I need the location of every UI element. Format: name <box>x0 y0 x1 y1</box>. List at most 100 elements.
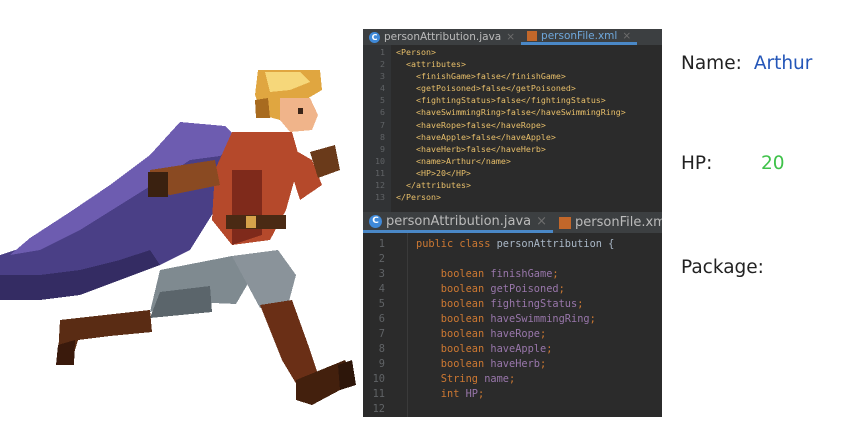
line-number: 8 <box>378 343 385 355</box>
field-name: haveApple <box>490 343 547 355</box>
code-keyword: int <box>416 388 466 400</box>
line-number: 12 <box>372 403 385 415</box>
code-line: </Person> <box>396 191 662 203</box>
xml-line-text: <haveApple>false</haveApple> <box>415 131 556 142</box>
line-number: 3 <box>380 71 385 82</box>
xml-file-icon <box>527 30 538 41</box>
line-number: 11 <box>372 388 385 400</box>
line-number: 6 <box>380 107 385 118</box>
tab-person-file-xml[interactable]: personFile.xml <box>553 212 662 233</box>
code-line: <Person> <box>396 46 662 58</box>
tab-person-file-xml[interactable]: personFile.xml × <box>521 29 638 45</box>
java-editor-tab-bar: C personAttribution.java × personFile.xm… <box>363 212 662 233</box>
line-number: 11 <box>375 167 385 178</box>
line-number: 7 <box>378 328 385 340</box>
code-line: <haveHerb>false</haveHerb> <box>396 143 662 155</box>
line-number: 3 <box>378 268 385 280</box>
tab-label: personFile.xml <box>575 215 662 230</box>
line-number: 2 <box>380 59 385 70</box>
code-line: <HP>20</HP> <box>396 167 662 179</box>
code-punctuation: ; <box>478 388 485 400</box>
close-icon[interactable]: × <box>622 30 631 42</box>
line-number: 10 <box>372 373 385 385</box>
code-punctuation: ; <box>558 283 565 295</box>
code-line: <attributes> <box>396 58 662 70</box>
field-name: haveRope <box>490 328 541 340</box>
line-number: 8 <box>380 131 385 142</box>
xml-editor-tab-bar: C personAttribution.java × personFile.xm… <box>363 29 662 45</box>
code-line: boolean haveHerb; <box>416 357 662 372</box>
code-punctuation: ; <box>509 373 516 385</box>
code-line: boolean haveSwimmingRing; <box>416 312 662 327</box>
xml-line-text: <getPoisoned>false</getPoisoned> <box>415 83 576 94</box>
code-line: boolean finishGame; <box>416 267 662 282</box>
xml-line-text: <attributes> <box>406 59 466 70</box>
line-number: 9 <box>380 143 385 154</box>
tab-person-attribution-java[interactable]: C personAttribution.java × <box>363 212 554 233</box>
code-punctuation: ; <box>552 268 559 280</box>
package-label: Package: <box>681 257 764 278</box>
code-punctuation: ; <box>577 298 584 310</box>
close-icon[interactable]: × <box>536 214 547 229</box>
tab-label: personAttribution.java <box>384 31 502 43</box>
code-punctuation: ; <box>546 343 553 355</box>
xml-line-text: </Person> <box>396 192 441 203</box>
code-line: boolean fightingStatus; <box>416 297 662 312</box>
code-keyword: public class <box>416 238 497 250</box>
line-number: 4 <box>380 83 385 94</box>
code-line: boolean haveRope; <box>416 327 662 342</box>
field-name: getPoisoned <box>490 283 559 295</box>
line-number: 12 <box>375 180 385 191</box>
code-line: </attributes> <box>396 179 662 191</box>
java-class-icon: C <box>369 31 380 43</box>
field-name: finishGame <box>490 268 553 280</box>
tab-person-attribution-java[interactable]: C personAttribution.java × <box>363 29 521 45</box>
line-number: 4 <box>378 283 385 295</box>
code-keyword: String <box>416 373 485 385</box>
line-number: 6 <box>378 313 385 325</box>
code-line: public class personAttribution { <box>416 237 662 252</box>
line-number: 2 <box>378 253 385 265</box>
xml-line-text: </attributes> <box>406 180 471 191</box>
field-name: haveSwimmingRing <box>490 313 590 325</box>
xml-line-text: <haveSwimmingRing>false</haveSwimmingRin… <box>415 107 626 118</box>
close-icon[interactable]: × <box>506 31 515 43</box>
xml-line-text: <finishGame>false</finishGame> <box>415 71 566 82</box>
tab-label: personFile.xml <box>541 29 618 42</box>
java-editor-panel: C personAttribution.java × personFile.xm… <box>363 212 662 417</box>
code-area[interactable]: public class personAttribution { boolean… <box>407 233 662 417</box>
line-number-gutter: 1 2 3 4 5 6 7 8 9 10 11 12 <box>363 233 391 417</box>
code-line: String name; <box>416 372 662 387</box>
line-number: 1 <box>378 238 385 250</box>
xml-editor-panel: C personAttribution.java × personFile.xm… <box>363 29 662 212</box>
code-line: <getPoisoned>false</getPoisoned> <box>396 82 662 94</box>
code-keyword: boolean <box>416 343 491 355</box>
line-number: 5 <box>378 298 385 310</box>
field-name: haveHerb <box>490 358 541 370</box>
code-keyword: boolean <box>416 328 491 340</box>
name-label: Name: <box>681 53 742 74</box>
line-number-gutter: 1 2 3 4 5 6 7 8 9 10 11 12 13 <box>363 45 391 212</box>
code-area[interactable]: <Person> <attributes> <finishGame>false<… <box>396 45 662 212</box>
code-line: int HP; <box>416 387 662 402</box>
code-line: boolean haveApple; <box>416 342 662 357</box>
line-number: 5 <box>380 95 385 106</box>
xml-line-text: <name>Arthur</name> <box>415 155 511 166</box>
field-name: name <box>484 373 510 385</box>
name-value: Arthur <box>753 53 813 74</box>
code-keyword: boolean <box>416 268 491 280</box>
name-row: Name: Arthur <box>681 53 812 74</box>
code-punctuation: ; <box>540 328 547 340</box>
